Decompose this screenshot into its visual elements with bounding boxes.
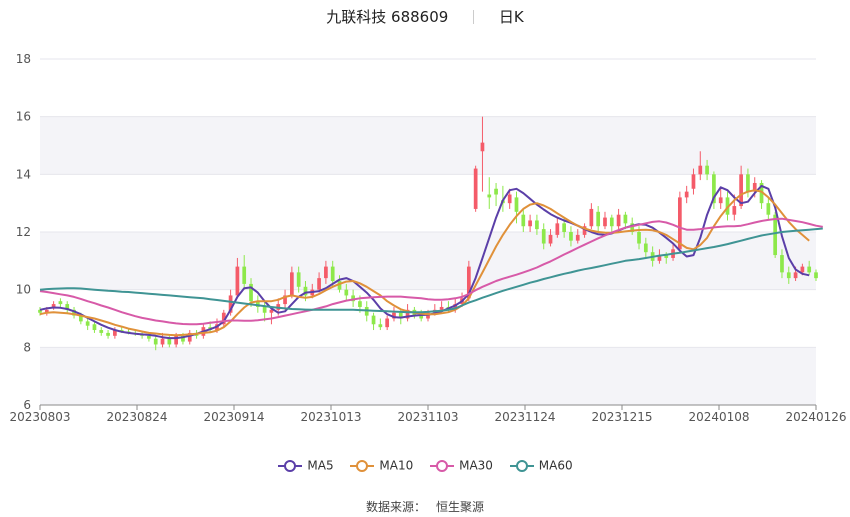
- candle-body: [235, 266, 240, 296]
- candle-body: [807, 266, 812, 273]
- candle-body: [596, 211, 601, 227]
- candle-body: [296, 272, 301, 287]
- y-tick-label: 16: [16, 110, 31, 124]
- candle-body: [262, 306, 267, 313]
- candle-body: [153, 338, 158, 345]
- candle-body: [746, 174, 750, 192]
- y-tick-label: 18: [16, 52, 31, 66]
- legend-label: MA10: [379, 458, 414, 473]
- candle-body: [514, 197, 519, 212]
- candle-body: [487, 194, 492, 198]
- plot-band: [40, 59, 816, 117]
- candle-body: [371, 315, 376, 325]
- candle-body: [344, 289, 349, 296]
- candle-body: [535, 220, 539, 230]
- candle-body: [99, 330, 104, 333]
- candle-body: [766, 203, 771, 215]
- candle-body: [473, 168, 478, 209]
- candle-body: [358, 301, 362, 307]
- candle-body: [324, 266, 328, 279]
- candle-body: [643, 243, 648, 253]
- candle-body: [85, 321, 90, 326]
- candle-body: [494, 188, 498, 195]
- chart-legend: MA5 MA10 MA30 MA60: [0, 458, 850, 473]
- candle-body: [242, 266, 247, 284]
- candle-body: [385, 318, 390, 328]
- legend-label: MA30: [459, 458, 493, 473]
- source-name: 恒生聚源: [436, 500, 485, 514]
- candle-body: [58, 301, 63, 305]
- candle-body: [167, 338, 172, 345]
- y-tick-label: 14: [16, 167, 31, 181]
- candle-body: [705, 165, 709, 175]
- legend-label: MA60: [538, 458, 573, 473]
- legend-item-ma60[interactable]: MA60: [509, 458, 573, 473]
- legend-marker-ma60: [509, 459, 534, 472]
- candle-body: [548, 234, 553, 244]
- candle-body: [439, 306, 444, 310]
- candle-body: [773, 214, 778, 256]
- candle-body: [698, 165, 703, 175]
- x-tick-label: 20230824: [106, 410, 167, 424]
- plot-band: [40, 347, 816, 405]
- x-tick-label: 20231103: [397, 410, 458, 424]
- candle-body: [814, 272, 818, 279]
- candle-body: [609, 217, 614, 227]
- x-tick-label: 20231215: [591, 410, 652, 424]
- x-tick-label: 20231124: [494, 410, 555, 424]
- candle-body: [521, 214, 526, 227]
- legend-marker-ma10: [350, 459, 375, 472]
- candle-body: [290, 272, 294, 296]
- plot-band: [40, 174, 816, 232]
- candle-body: [786, 272, 791, 279]
- legend-marker-ma5: [278, 459, 303, 472]
- y-tick-label: 12: [16, 225, 31, 239]
- candle-body: [528, 220, 532, 227]
- legend-marker-ma30: [430, 459, 455, 472]
- candle-body: [616, 214, 621, 227]
- x-tick-label: 20240108: [688, 410, 749, 424]
- legend-item-ma10[interactable]: MA10: [349, 458, 413, 473]
- kline-chart: 68101214161820230803 20230824 20230914 2023…: [9, 52, 846, 424]
- candle-body: [480, 142, 485, 152]
- x-tick-label: 20230803: [9, 410, 70, 424]
- x-tick-label: 20230914: [203, 410, 264, 424]
- legend-item-ma30[interactable]: MA30: [429, 458, 493, 473]
- legend-item-ma5[interactable]: MA5: [277, 458, 334, 473]
- candle-body: [637, 232, 641, 244]
- candle-body: [106, 332, 110, 336]
- y-tick-label: 10: [16, 283, 31, 297]
- candle-body: [330, 266, 335, 282]
- candle-body: [800, 266, 805, 273]
- legend-label: MA5: [307, 458, 334, 473]
- candle-body: [684, 191, 689, 198]
- candle-body: [555, 223, 560, 235]
- x-tick-label: 20231013: [300, 410, 361, 424]
- candle-body: [569, 232, 573, 241]
- candle-body: [575, 234, 580, 241]
- candle-body: [603, 217, 607, 227]
- candle-body: [378, 324, 383, 328]
- candle-body: [718, 197, 723, 204]
- candle-body: [589, 208, 594, 227]
- data-source: 数据来源： 恒生聚源: [0, 498, 850, 515]
- candle-body: [691, 174, 696, 189]
- y-tick-label: 8: [23, 340, 31, 354]
- candle-body: [507, 194, 512, 204]
- x-tick-label: 20240126: [785, 410, 846, 424]
- candle-body: [92, 324, 97, 331]
- candle-body: [793, 272, 798, 279]
- candle-body: [780, 255, 784, 273]
- candle-body: [541, 229, 546, 244]
- candle-body: [732, 206, 737, 215]
- candle-body: [562, 223, 566, 232]
- candle-body: [160, 338, 165, 345]
- candle-body: [317, 278, 321, 290]
- candle-body: [147, 335, 151, 339]
- candle-body: [623, 214, 628, 224]
- source-label: 数据来源：: [365, 500, 426, 514]
